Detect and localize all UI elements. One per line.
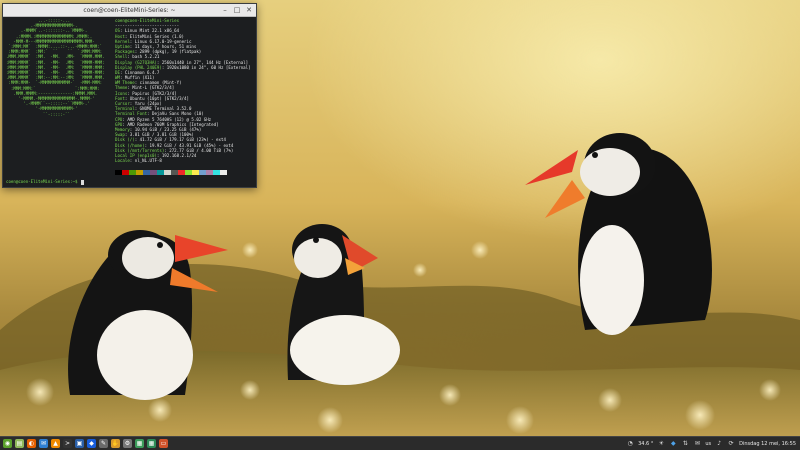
palette-swatch	[150, 170, 157, 175]
terminal-title: coen@coen-EliteMini-Series: ~	[83, 6, 176, 14]
info-value: nl_NL.UTF-8	[134, 158, 162, 164]
palette-swatch	[122, 170, 129, 175]
shell-prompt[interactable]: coen@coen-EliteMini-Series:~$	[6, 179, 84, 185]
files-icon[interactable]: ▤	[15, 439, 24, 448]
palette-swatch	[178, 170, 185, 175]
speedometer-icon[interactable]: ◔	[626, 440, 634, 448]
virtualbox-icon[interactable]: ▣	[75, 439, 84, 448]
temperature-readout[interactable]: 34.6 °	[638, 441, 653, 447]
info-row: Locale: nl_NL.UTF-8	[115, 158, 162, 164]
info-value: 192.168.2.1/24	[161, 152, 197, 158]
terminal-window[interactable]: coen@coen-EliteMini-Series: ~ – □ ✕ ...-…	[2, 3, 257, 188]
palette-swatch	[143, 170, 150, 175]
vlc-icon[interactable]: ▲	[51, 439, 60, 448]
mint-ascii-logo: ...-:::::-... .-MMMMMMMMMMMMMMM-. .-MMMM…	[6, 18, 105, 117]
info-value: 1920x1080 in 24", 60 Hz [External]	[166, 64, 251, 70]
update-icon[interactable]: ⟳	[727, 440, 735, 448]
palette-swatch	[220, 170, 227, 175]
palette-swatch	[213, 170, 220, 175]
shield-icon[interactable]: ◆	[669, 440, 677, 448]
palette-swatch	[136, 170, 143, 175]
palette-swatch	[199, 170, 206, 175]
palette-swatch	[115, 170, 122, 175]
palette-swatch	[171, 170, 178, 175]
palette-swatch	[185, 170, 192, 175]
palette-swatch	[192, 170, 199, 175]
firefox-icon[interactable]: ◐	[27, 439, 36, 448]
prompt-text: coen@coen-EliteMini-Series:~$	[6, 179, 80, 184]
settings-icon[interactable]: ⚙	[123, 439, 132, 448]
mint-menu-icon[interactable]: ◉	[3, 439, 12, 448]
close-icon[interactable]: ✕	[245, 6, 253, 14]
chat-icon[interactable]: ✉	[693, 440, 701, 448]
terminal-icon[interactable]: >	[63, 439, 72, 448]
clock[interactable]: Dinsdag 12 mei, 16:55	[739, 441, 796, 447]
sun-icon[interactable]: ☀	[657, 440, 665, 448]
bitwarden-icon[interactable]: ◆	[87, 439, 96, 448]
fastfetch-info: coen@coen-EliteMini-Series -------------…	[115, 18, 251, 163]
system-tray: ◔ 34.6 ° ☀ ◆ ⇅ ✉ us ♪ ⟳ Dinsdag 12 mei, …	[626, 440, 800, 448]
launcher-area: ◉ ▤ ◐ ✉ ▲ > ▣ ◆ ✎ ✋ ⚙ ▦ ▦ ▭	[0, 439, 168, 448]
thunderbird-icon[interactable]: ✉	[39, 439, 48, 448]
keyboard-layout[interactable]: us	[705, 441, 711, 447]
spreadsheet-icon[interactable]: ▦	[147, 439, 156, 448]
hand-icon[interactable]: ✋	[111, 439, 120, 448]
terminal-titlebar[interactable]: coen@coen-EliteMini-Series: ~ – □ ✕	[3, 4, 256, 17]
network-icon[interactable]: ⇅	[681, 440, 689, 448]
palette-swatch	[164, 170, 171, 175]
text-editor-icon[interactable]: ✎	[99, 439, 108, 448]
text-cursor	[80, 179, 84, 185]
palette-swatch	[206, 170, 213, 175]
terminal-content[interactable]: ...-:::::-... .-MMMMMMMMMMMMMMM-. .-MMMM…	[3, 17, 256, 187]
presentation-icon[interactable]: ▭	[159, 439, 168, 448]
image-viewer-icon[interactable]: ▦	[135, 439, 144, 448]
volume-icon[interactable]: ♪	[715, 440, 723, 448]
minimize-icon[interactable]: –	[221, 6, 229, 14]
info-label: Locale	[115, 158, 130, 164]
color-palette	[115, 170, 227, 175]
maximize-icon[interactable]: □	[233, 6, 241, 14]
palette-swatch	[129, 170, 136, 175]
taskbar: ◉ ▤ ◐ ✉ ▲ > ▣ ◆ ✎ ✋ ⚙ ▦ ▦ ▭ ◔ 34.6 ° ☀ ◆ ⇅ ✉ us ♪ ⟳ D…	[0, 436, 800, 450]
palette-swatch	[157, 170, 164, 175]
